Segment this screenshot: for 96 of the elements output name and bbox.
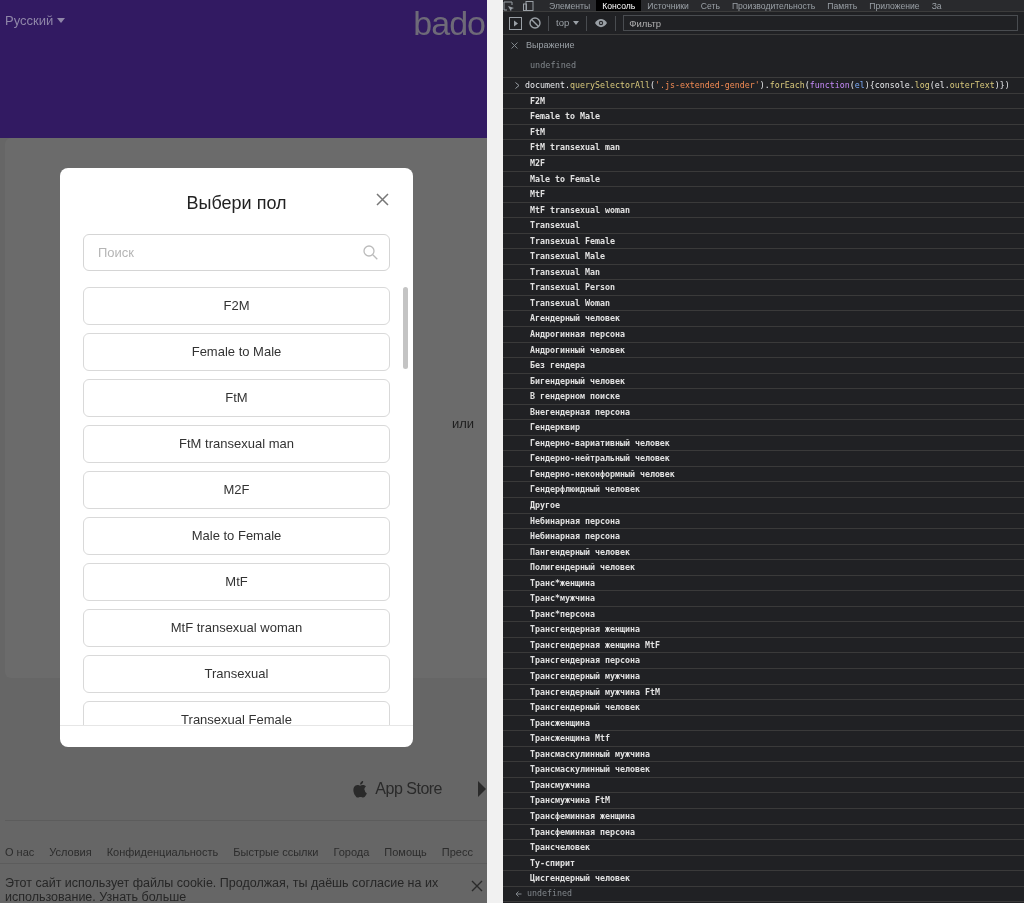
- search-field[interactable]: Поиск: [83, 234, 390, 271]
- console-log-line: Без гендера: [530, 360, 585, 371]
- caret-icon: [573, 21, 580, 25]
- console-log-line: Трансгендерная персона: [530, 655, 640, 666]
- console-result: undefined: [527, 887, 572, 901]
- live-expression-value: undefined: [503, 52, 1024, 79]
- clear-console-icon[interactable]: [529, 17, 541, 29]
- console-log-line: Гендерно-неконформный человек: [530, 468, 675, 479]
- console-log-line: Агендерный человек: [530, 313, 620, 324]
- search-icon: [363, 245, 378, 260]
- console-log-line: Трансмаскулинный мужчина: [530, 748, 650, 759]
- console-log-line: В гендерном поиске: [530, 391, 620, 402]
- console-log-line: Трансфеминная женщина: [530, 810, 635, 821]
- apple-icon: [352, 779, 368, 798]
- console-log-line: Полигендерный человек: [530, 562, 635, 573]
- console-log-line: Другое: [530, 500, 560, 510]
- gender-option[interactable]: Transexual Female: [83, 701, 390, 725]
- devtools-tab[interactable]: Приложение: [863, 0, 926, 11]
- close-icon[interactable]: [511, 42, 518, 50]
- console-log-line: Небинарная персона: [530, 531, 620, 542]
- devtools-tab[interactable]: Производительность: [725, 0, 822, 11]
- console-log-line: Трансгендерный мужчина: [530, 671, 640, 682]
- console-log-line: Transexual Female: [530, 235, 615, 246]
- console-log-line: Внегендерная персона: [530, 406, 630, 417]
- devtools-tab[interactable]: Элементы: [543, 0, 597, 11]
- console-log-line: Трансгендерный человек: [530, 702, 640, 713]
- return-arrow-icon: [515, 890, 522, 897]
- console-log-line: Транс*мужчина: [530, 593, 595, 604]
- console-log-line: Трансфеминная персона: [530, 826, 635, 837]
- caret-icon: [57, 18, 66, 24]
- console-log-line: Transexual: [530, 220, 580, 231]
- eye-icon[interactable]: [594, 18, 609, 28]
- console-log-line: FtM transexual man: [530, 142, 620, 153]
- console-log-line: Трансженщина Mtf: [530, 733, 610, 744]
- gender-option[interactable]: MtF: [83, 563, 390, 601]
- console-log-line: Трансгендерный мужчина FtM: [530, 686, 660, 697]
- console-log-line: Транс*персона: [530, 608, 595, 619]
- console-log-line: Трансмаскулинный человек: [530, 764, 650, 775]
- console-log-line: Transexual Male: [530, 251, 605, 262]
- console-log-line: Транс*женщина: [530, 577, 595, 588]
- console-log-line: Трансчеловек: [530, 842, 590, 853]
- console-log-line: Male to Female: [530, 173, 600, 184]
- console-log-line: Ту-спирит: [530, 857, 575, 868]
- gender-option[interactable]: M2F: [83, 471, 390, 509]
- console-log-line: F2M: [530, 95, 545, 106]
- console-log-line: Гендерно-нейтральный человек: [530, 453, 670, 464]
- scrollbar-thumb[interactable]: [403, 287, 408, 369]
- filter-field[interactable]: Фильтр: [623, 15, 1018, 31]
- console-log-line: Трансгендерная женщина: [530, 624, 640, 635]
- sidebar-toggle-icon[interactable]: [509, 16, 522, 30]
- gender-option[interactable]: FtM: [83, 379, 390, 417]
- gender-option[interactable]: Female to Male: [83, 333, 390, 371]
- console-log-line: Трансмужчина FtM: [530, 795, 610, 806]
- console-log-line: Андрогинный человек: [530, 344, 625, 355]
- console-log-line: M2F: [530, 158, 545, 168]
- cookie-text: Этот сайт использует файлы cookie. Продолжая, ты даёшь согласие на их использование. Узнать больше: [5, 876, 440, 903]
- console-log-line: MtF: [530, 189, 545, 200]
- gender-option[interactable]: FtM transexual man: [83, 425, 390, 463]
- console-log-line: Female to Male: [530, 111, 600, 122]
- console-log-line: Гендерно-вариативный человек: [530, 437, 670, 448]
- console-log-line: MtF transexual woman: [530, 204, 630, 215]
- console-log-line: Transexual Woman: [530, 297, 610, 308]
- console-log-line: Пангендерный человек: [530, 546, 630, 557]
- gender-option[interactable]: MtF transexual woman: [83, 609, 390, 647]
- devtools-tab[interactable]: Память: [821, 0, 864, 11]
- devtools-tab[interactable]: Источники: [641, 0, 695, 11]
- devtools-tab[interactable]: Сеть: [694, 0, 726, 11]
- logo: bado: [413, 3, 485, 44]
- devtools-tab[interactable]: За: [925, 0, 948, 11]
- close-icon[interactable]: [376, 193, 389, 206]
- device-icon[interactable]: [523, 0, 535, 11]
- context-selector[interactable]: top: [556, 15, 580, 31]
- live-expression-label: Выражение: [526, 39, 575, 52]
- console-log-line: Гендерфлюидный человек: [530, 484, 640, 495]
- or-label: или: [452, 415, 475, 433]
- console-log-line: Небинарная персона: [530, 515, 620, 526]
- console-log-line: FtM: [530, 126, 545, 137]
- console-log-line: Андрогинная персона: [530, 329, 625, 339]
- inspect-icon[interactable]: [503, 0, 515, 11]
- console-log-line: Трансгендерная женщина MtF: [530, 639, 660, 650]
- gender-option[interactable]: Male to Female: [83, 517, 390, 555]
- language-selector[interactable]: Русский: [5, 11, 66, 31]
- gender-option[interactable]: F2M: [83, 287, 390, 325]
- console-log-line: Трансженщина: [530, 717, 590, 728]
- gender-option[interactable]: Transexual: [83, 655, 390, 693]
- console-log-line: Бигендерный человек: [530, 375, 625, 386]
- console-log-line: Гендерквир: [530, 422, 580, 433]
- console-log-line: Transexual Person: [530, 282, 615, 293]
- console-log-line: Цисгендерный человек: [530, 873, 630, 884]
- console-command: document.querySelectorAll('.js-extended-gender').forEach(function(el){console.log(el.outerText)}): [525, 79, 1010, 93]
- console-log-line: Transexual Man: [530, 266, 600, 277]
- console-log-line: Трансмужчина: [530, 779, 590, 790]
- modal-title: Выбери пол: [185, 192, 288, 215]
- prompt-icon: [515, 82, 520, 89]
- close-icon[interactable]: [471, 880, 483, 892]
- devtools-tab[interactable]: Консоль: [596, 0, 642, 11]
